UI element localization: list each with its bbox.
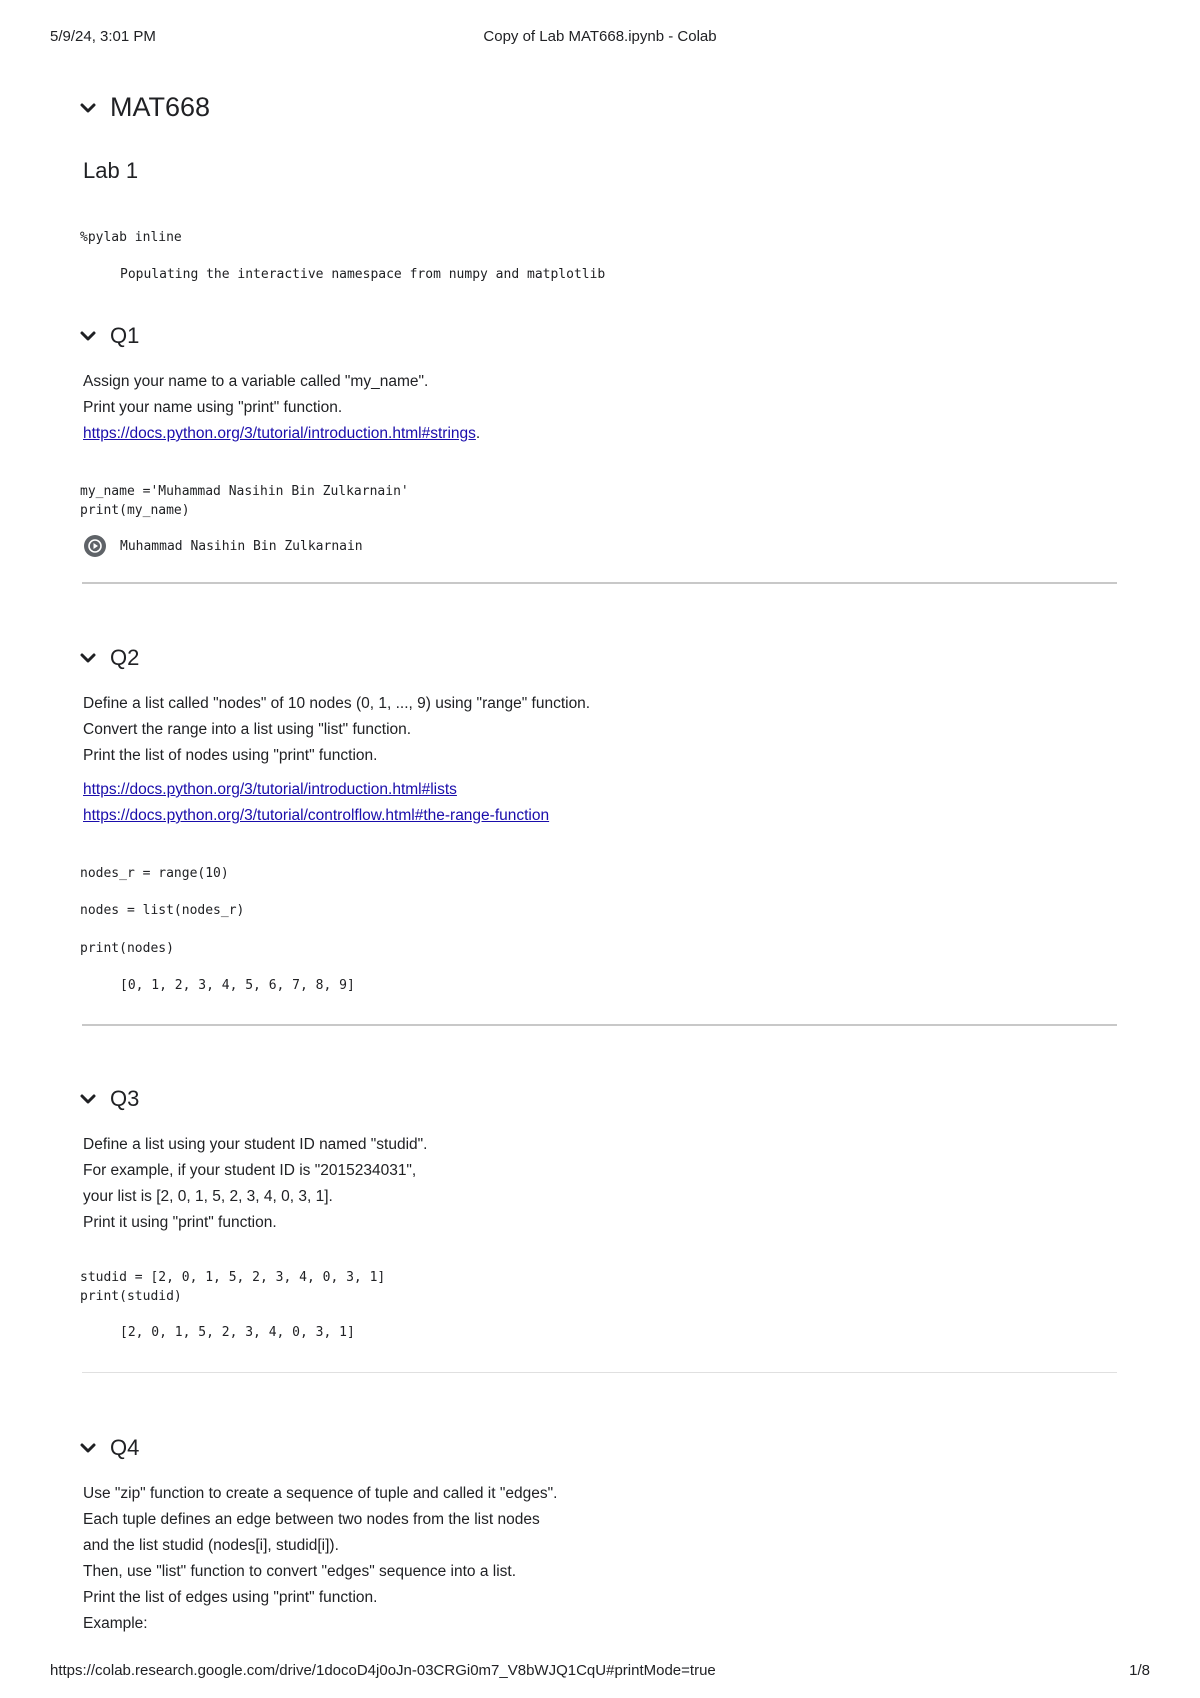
- q4-line: Each tuple defines an edge between two n…: [83, 1511, 540, 1528]
- q2-heading: Q2: [110, 645, 140, 670]
- code-cell-q1[interactable]: my_name ='Muhammad Nasihin Bin Zulkarnai…: [80, 482, 409, 520]
- q4-line: Example:: [83, 1615, 148, 1632]
- q2-links: https://docs.python.org/3/tutorial/intro…: [83, 777, 549, 829]
- q3-line: Print it using "print" function.: [83, 1214, 277, 1231]
- print-page-number: 1/8: [1129, 1662, 1150, 1679]
- code-cell-q2-range[interactable]: nodes_r = range(10): [80, 864, 229, 883]
- code-cell-q2-list[interactable]: nodes = list(nodes_r): [80, 901, 244, 920]
- section-mat668[interactable]: MAT668: [78, 92, 210, 123]
- code-cell-q3[interactable]: studid = [2, 0, 1, 5, 2, 3, 4, 0, 3, 1] …: [80, 1268, 385, 1306]
- q1-line: Assign your name to a variable called "m…: [83, 373, 429, 390]
- q2-line: Convert the range into a list using "lis…: [83, 721, 412, 738]
- cell-divider: [82, 1024, 1117, 1026]
- chevron-down-icon[interactable]: [78, 98, 98, 118]
- q1-link-suffix: .: [475, 425, 481, 442]
- q2-line: Print the list of nodes using "print" fu…: [83, 747, 378, 764]
- q4-description: Use "zip" function to create a sequence …: [83, 1481, 557, 1637]
- q1-docs-link[interactable]: https://docs.python.org/3/tutorial/intro…: [83, 425, 476, 442]
- notebook-content: MAT668 Lab 1 %pylab inline Populating th…: [0, 0, 1200, 1698]
- q1-heading: Q1: [110, 323, 140, 348]
- output-q3: [2, 0, 1, 5, 2, 3, 4, 0, 3, 1]: [120, 1325, 355, 1340]
- chevron-down-icon[interactable]: [78, 1438, 98, 1458]
- q4-heading: Q4: [110, 1435, 140, 1460]
- output-pylab: Populating the interactive namespace fro…: [120, 267, 606, 282]
- q4-line: Then, use "list" function to convert "ed…: [83, 1563, 517, 1580]
- q2-docs-link-lists[interactable]: https://docs.python.org/3/tutorial/intro…: [83, 781, 457, 798]
- output-q2: [0, 1, 2, 3, 4, 5, 6, 7, 8, 9]: [120, 978, 355, 993]
- chevron-down-icon[interactable]: [78, 648, 98, 668]
- section-q4[interactable]: Q4: [78, 1435, 139, 1461]
- q3-line: your list is [2, 0, 1, 5, 2, 3, 4, 0, 3,…: [83, 1188, 333, 1205]
- run-cell-icon[interactable]: [84, 535, 106, 557]
- notebook-title: MAT668: [110, 92, 211, 122]
- q3-line: Define a list using your student ID name…: [83, 1136, 428, 1153]
- cell-divider: [82, 1372, 1117, 1373]
- q2-docs-link-range[interactable]: https://docs.python.org/3/tutorial/contr…: [83, 807, 549, 824]
- q3-description: Define a list using your student ID name…: [83, 1132, 427, 1236]
- chevron-down-icon[interactable]: [78, 1089, 98, 1109]
- code-cell-q2-print[interactable]: print(nodes): [80, 939, 174, 958]
- section-q2[interactable]: Q2: [78, 645, 139, 671]
- q4-line: Print the list of edges using "print" fu…: [83, 1589, 378, 1606]
- code-cell-pylab[interactable]: %pylab inline: [80, 228, 182, 247]
- q1-line: Print your name using "print" function.: [83, 399, 343, 416]
- q1-description: Assign your name to a variable called "m…: [83, 369, 480, 447]
- q4-line: Use "zip" function to create a sequence …: [83, 1485, 558, 1502]
- cell-divider: [82, 582, 1117, 584]
- lab-heading: Lab 1: [83, 158, 139, 183]
- q2-line: Define a list called "nodes" of 10 nodes…: [83, 695, 591, 712]
- section-q3[interactable]: Q3: [78, 1086, 139, 1112]
- chevron-down-icon[interactable]: [78, 326, 98, 346]
- q4-line: and the list studid (nodes[i], studid[i]…: [83, 1537, 339, 1554]
- print-url: https://colab.research.google.com/drive/…: [50, 1662, 716, 1679]
- q2-description: Define a list called "nodes" of 10 nodes…: [83, 691, 590, 769]
- section-q1[interactable]: Q1: [78, 323, 139, 349]
- q3-line: For example, if your student ID is "2015…: [83, 1162, 417, 1179]
- q3-heading: Q3: [110, 1086, 140, 1111]
- output-q1: Muhammad Nasihin Bin Zulkarnain: [120, 539, 363, 554]
- print-footer: https://colab.research.google.com/drive/…: [0, 1662, 1200, 1684]
